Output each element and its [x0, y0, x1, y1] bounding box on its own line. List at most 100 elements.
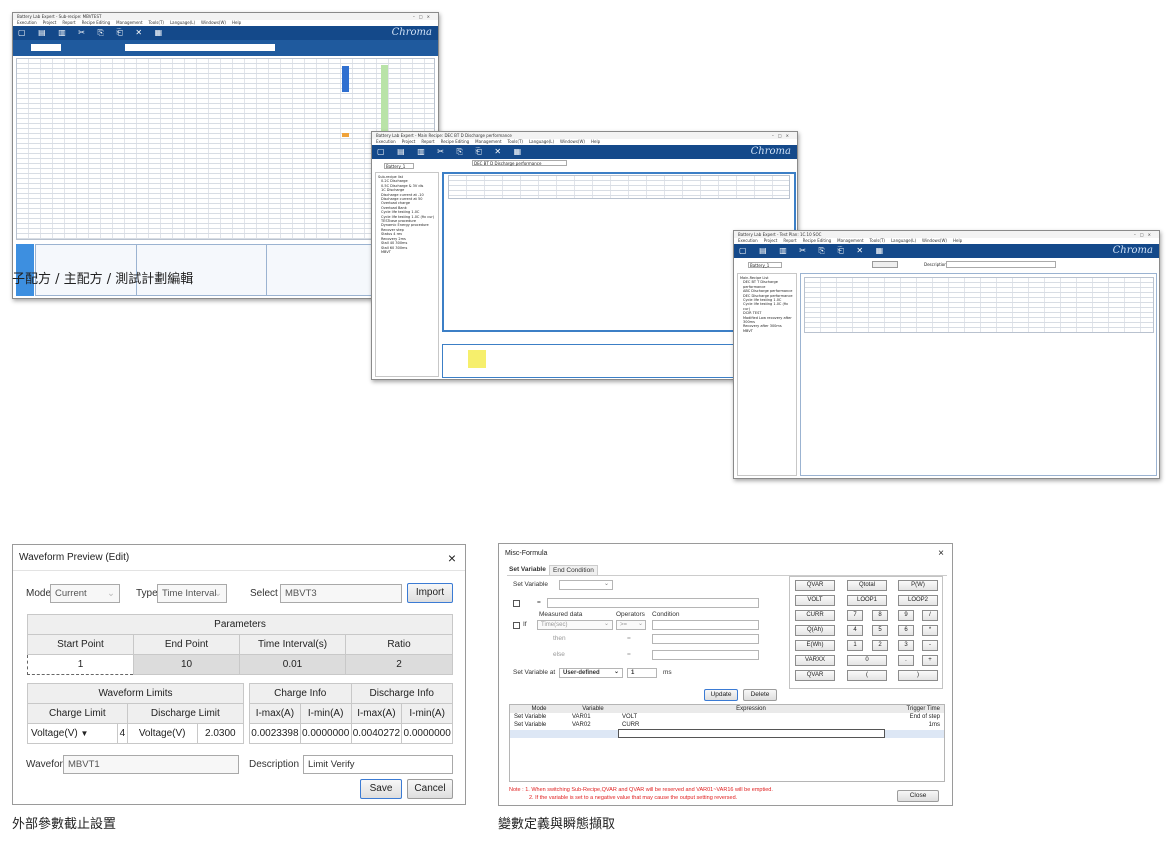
window-controls[interactable]: –□× [1134, 231, 1155, 238]
key-varxx[interactable]: VARXX [795, 655, 835, 666]
toolbar-icons[interactable]: ▢ ▤ ▥ ✂ ⎘ ⎗ ✕ ▦ [739, 246, 888, 256]
key-0[interactable]: 0 [847, 655, 887, 666]
menu-item[interactable]: Windows(W) [560, 139, 585, 144]
else-input[interactable] [652, 650, 759, 660]
menu-item[interactable]: Help [591, 139, 600, 144]
menu-item[interactable]: Tools(T) [149, 20, 164, 25]
description-input[interactable]: Limit Verify [303, 755, 453, 774]
menu-item[interactable]: Execution [376, 139, 396, 144]
menu-item[interactable]: Management [475, 139, 501, 144]
menu-item[interactable]: Language(L) [891, 238, 916, 243]
tree-item[interactable]: MBVT [378, 250, 436, 254]
end-point-value[interactable]: 10 [133, 654, 240, 675]
key-9[interactable]: 9 [898, 610, 914, 621]
key-qah[interactable]: Q(Ah) [795, 625, 835, 636]
discharge-limit-value[interactable]: 2.0300 [196, 723, 245, 744]
menu-item[interactable]: Project [43, 20, 57, 25]
toolbar-icons[interactable]: ▢ ▤ ▥ ✂ ⎘ ⎗ ✕ ▦ [377, 147, 526, 157]
key-7[interactable]: 7 [847, 610, 863, 621]
update-button[interactable]: Update [704, 689, 738, 701]
key-loop2[interactable]: LOOP2 [898, 595, 938, 606]
type-select[interactable]: Time Interval ⌄ [157, 584, 227, 603]
set-at-number[interactable]: 1 [627, 668, 657, 678]
menu-item[interactable]: Execution [17, 20, 37, 25]
menu-item[interactable]: Report [62, 20, 75, 25]
start-point-input[interactable]: 1 [27, 654, 134, 675]
menu-item[interactable]: Management [116, 20, 142, 25]
measured-data-select[interactable]: Time(sec) ⌄ [537, 620, 613, 630]
cancel-button[interactable]: Cancel [407, 779, 453, 799]
table-row-empty[interactable] [510, 729, 944, 738]
menu-item[interactable]: Project [764, 238, 778, 243]
charge-limit-value[interactable]: 4 [117, 723, 128, 744]
description-field[interactable]: DEC BT D Discharge performance [472, 160, 567, 166]
set-at-select[interactable]: User-defined ⌄ [559, 668, 623, 678]
table-row[interactable]: Set Variable VAR01 VOLT End of step [510, 713, 944, 721]
key-curr[interactable]: CURR [795, 610, 835, 621]
key-6[interactable]: 6 [898, 625, 914, 636]
menu-item[interactable]: Recipe Editing [803, 238, 832, 243]
sub-recipe-tree[interactable]: Sub-recipe list 0.2C Discharge 0.5C Disc… [375, 172, 439, 377]
operator-select[interactable]: >= ⌄ [616, 620, 646, 630]
key-open-paren[interactable]: ( [847, 670, 887, 681]
window-controls[interactable]: –□× [772, 132, 793, 139]
close-button[interactable]: Close [897, 790, 939, 802]
select-button[interactable] [872, 261, 898, 268]
key-qvar-2[interactable]: QVAR [795, 670, 835, 681]
menu-item[interactable]: Project [402, 139, 416, 144]
key-ewh[interactable]: E(Wh) [795, 640, 835, 651]
key-5[interactable]: 5 [872, 625, 888, 636]
set-variable-select[interactable]: ⌄ [559, 580, 613, 590]
delete-button[interactable]: Delete [743, 689, 777, 701]
tree-item[interactable]: Cycle life testing 1.0C (fix cur) [740, 302, 794, 311]
project-field[interactable]: Battery_1 [384, 163, 414, 169]
menu-item[interactable]: Help [232, 20, 241, 25]
key-dot[interactable]: . [898, 655, 914, 666]
menu-item[interactable]: Tools(T) [870, 238, 885, 243]
recipe-step-grid[interactable] [448, 175, 790, 199]
table-row[interactable]: Set Variable VAR02 CURR 1ms [510, 721, 944, 730]
menu-item[interactable]: Recipe Editing [441, 139, 470, 144]
condition-input[interactable] [652, 620, 759, 630]
save-button[interactable]: Save [360, 779, 402, 799]
then-input[interactable] [652, 634, 759, 644]
tree-item[interactable]: DEC BT T Discharge performance [740, 280, 794, 289]
menu-item[interactable]: Execution [738, 238, 758, 243]
key-8[interactable]: 8 [872, 610, 888, 621]
checkbox[interactable] [513, 600, 520, 607]
toolbar-icons[interactable]: ▢ ▤ ▥ ✂ ⎘ ⎗ ✕ ▦ [18, 28, 167, 38]
test-plan-grid[interactable] [804, 277, 1154, 333]
key-close-paren[interactable]: ) [898, 670, 938, 681]
key-2[interactable]: 2 [872, 640, 888, 651]
waveform-field[interactable]: MBVT1 [63, 755, 239, 774]
project-input[interactable] [31, 44, 61, 51]
key-minus[interactable]: - [922, 640, 938, 651]
key-power[interactable]: P(W) [898, 580, 938, 591]
key-4[interactable]: 4 [847, 625, 863, 636]
menu-item[interactable]: Report [421, 139, 434, 144]
mode-select[interactable]: Current ⌄ [50, 584, 120, 603]
description-field[interactable] [946, 261, 1056, 268]
menu-item[interactable]: Help [953, 238, 962, 243]
menu-item[interactable]: Recipe Editing [82, 20, 111, 25]
tab-set-variable[interactable]: Set Variable [509, 565, 546, 575]
menu-item[interactable]: Windows(W) [922, 238, 947, 243]
if-checkbox[interactable] [513, 622, 520, 629]
close-icon[interactable]: × [938, 544, 944, 564]
menu-item[interactable]: Management [837, 238, 863, 243]
main-recipe-tree[interactable]: Main-Recipe List DEC BT T Discharge perf… [737, 273, 797, 476]
menu-item[interactable]: Language(L) [170, 20, 195, 25]
menu-item[interactable]: Windows(W) [201, 20, 226, 25]
menu-item[interactable]: Language(L) [529, 139, 554, 144]
key-divide[interactable]: / [922, 610, 938, 621]
tree-item[interactable]: Modified Low recovery after 300ms [740, 316, 794, 325]
key-1[interactable]: 1 [847, 640, 863, 651]
tree-item[interactable]: MBVT [740, 329, 794, 333]
key-multiply[interactable]: * [922, 625, 938, 636]
key-3[interactable]: 3 [898, 640, 914, 651]
time-interval-value[interactable]: 0.01 [239, 654, 346, 675]
charge-limit-type[interactable]: Voltage(V) ▼ [26, 723, 119, 744]
menu-item[interactable]: Report [783, 238, 796, 243]
key-qtotal[interactable]: Qtotal [847, 580, 887, 591]
close-icon[interactable]: × [448, 545, 456, 571]
